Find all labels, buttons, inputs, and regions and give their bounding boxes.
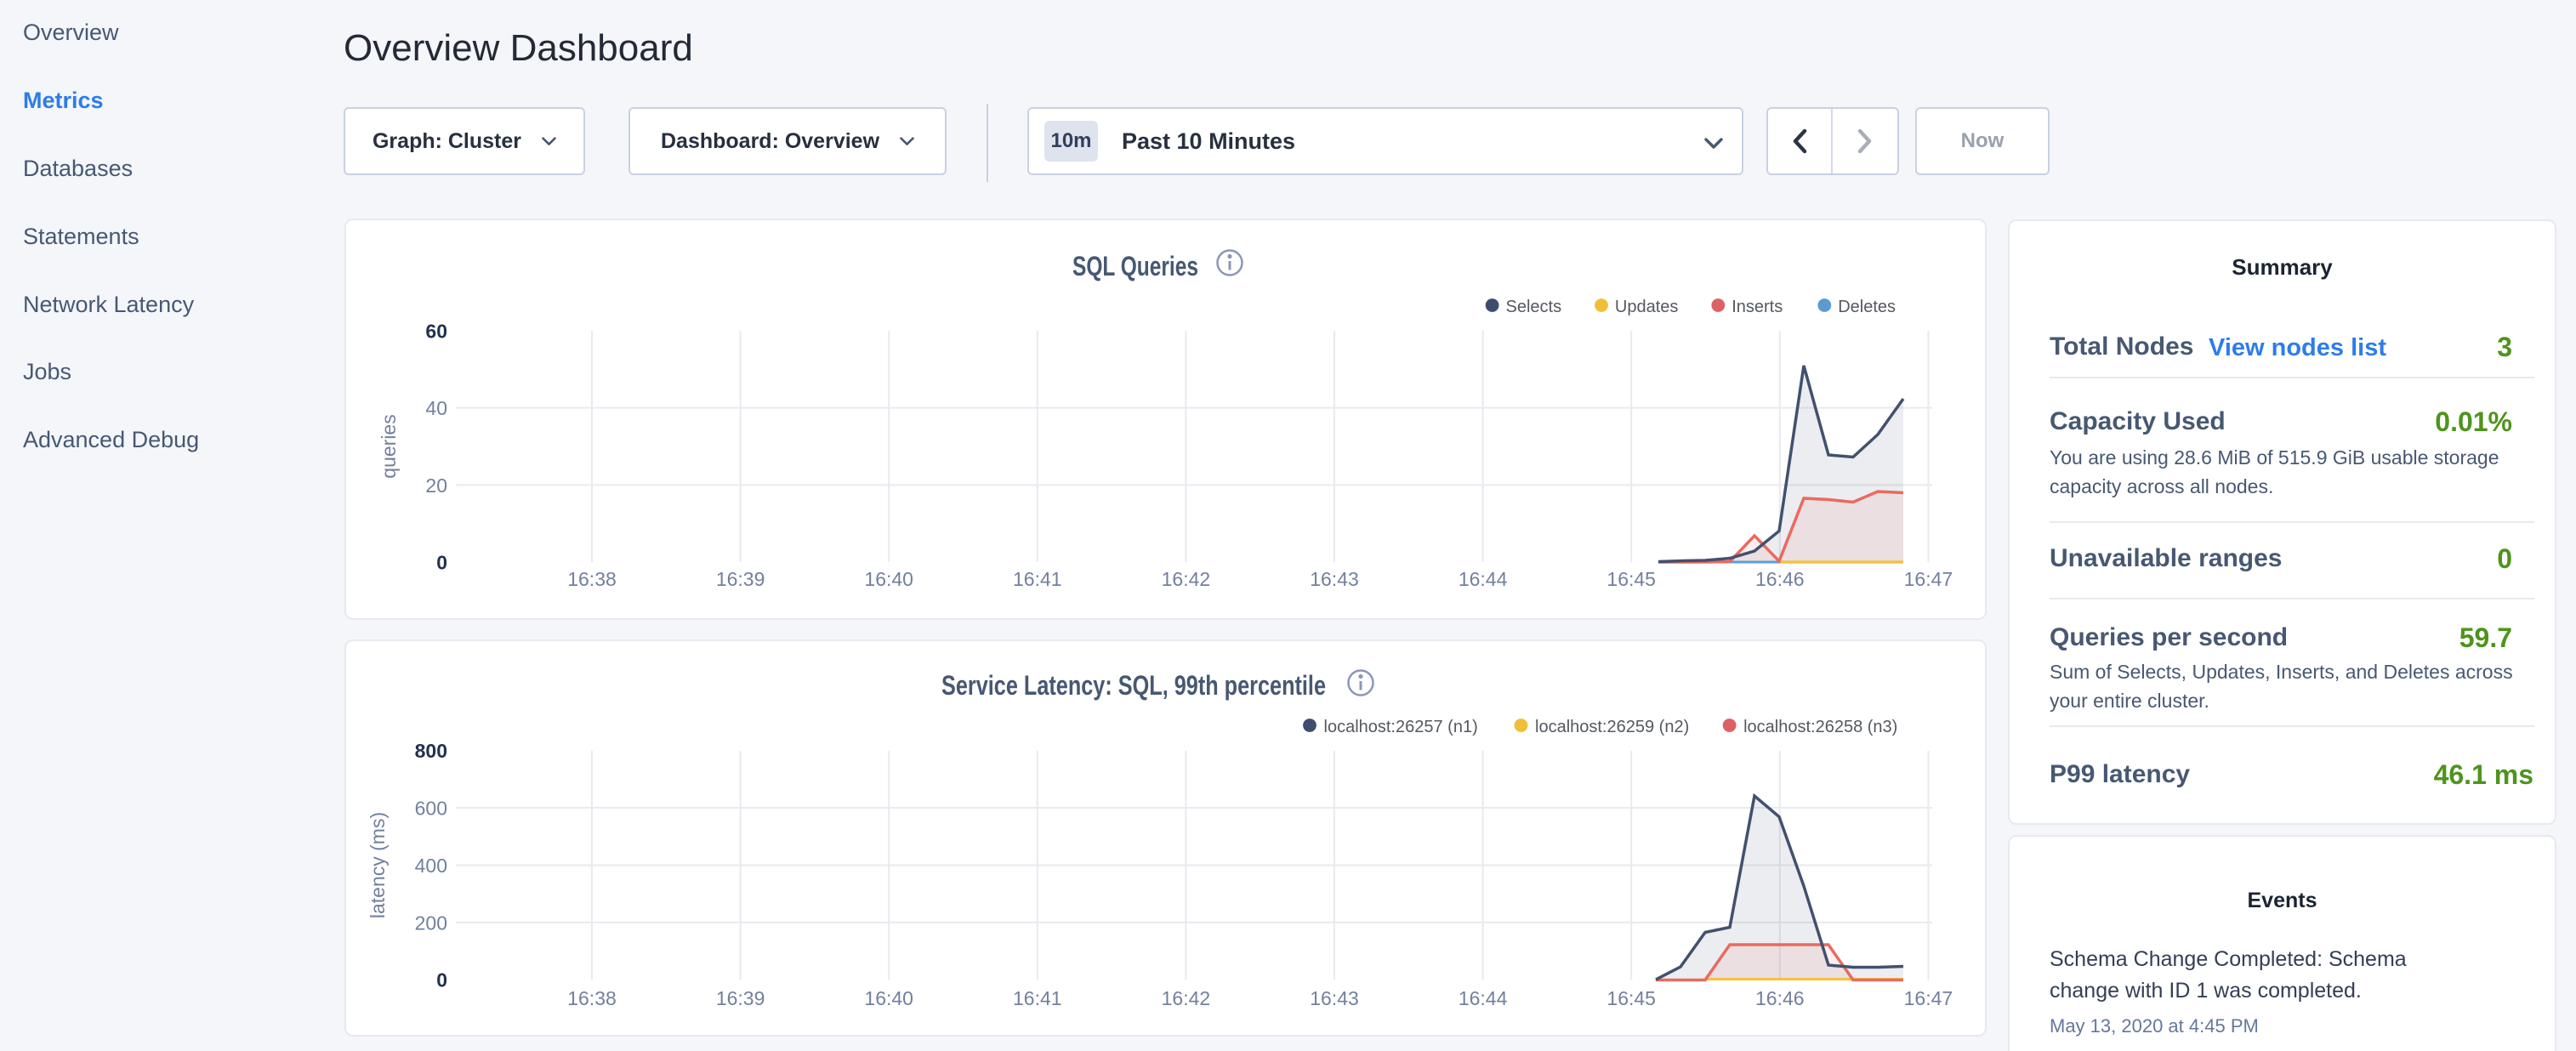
svg-text:16:40: 16:40: [864, 987, 913, 1009]
svg-text:localhost:26257 (n1): localhost:26257 (n1): [1324, 718, 1478, 736]
svg-text:40: 40: [425, 397, 447, 419]
svg-text:16:39: 16:39: [716, 987, 765, 1009]
svg-text:16:46: 16:46: [1755, 568, 1805, 590]
svg-text:Deletes: Deletes: [1838, 298, 1896, 316]
svg-text:400: 400: [415, 855, 447, 877]
svg-text:16:41: 16:41: [1013, 987, 1062, 1009]
svg-text:20: 20: [425, 474, 447, 497]
svg-text:800: 800: [415, 740, 447, 762]
svg-text:queries: queries: [378, 414, 400, 478]
svg-text:16:43: 16:43: [1310, 568, 1359, 590]
svg-text:0: 0: [436, 969, 447, 991]
svg-text:16:47: 16:47: [1904, 987, 1953, 1009]
svg-text:16:39: 16:39: [716, 568, 765, 590]
svg-text:16:47: 16:47: [1904, 568, 1953, 590]
svg-text:600: 600: [415, 797, 447, 819]
svg-text:16:46: 16:46: [1755, 987, 1805, 1009]
svg-text:Selects: Selects: [1506, 298, 1562, 316]
svg-text:SQL Queries: SQL Queries: [1072, 251, 1198, 281]
svg-text:16:41: 16:41: [1013, 568, 1062, 590]
svg-text:16:42: 16:42: [1162, 568, 1211, 590]
svg-text:16:43: 16:43: [1310, 987, 1359, 1009]
svg-text:16:44: 16:44: [1459, 568, 1508, 590]
svg-text:16:40: 16:40: [864, 568, 913, 590]
svg-text:Updates: Updates: [1615, 298, 1679, 316]
svg-text:16:45: 16:45: [1606, 568, 1656, 590]
svg-text:16:44: 16:44: [1459, 987, 1508, 1009]
svg-text:16:42: 16:42: [1162, 987, 1211, 1009]
svg-text:200: 200: [415, 912, 447, 934]
svg-text:60: 60: [425, 320, 447, 342]
svg-text:16:38: 16:38: [567, 987, 617, 1009]
svg-text:Service Latency: SQL, 99th per: Service Latency: SQL, 99th percentile: [941, 670, 1326, 701]
svg-text:0: 0: [436, 552, 447, 574]
svg-text:localhost:26259 (n2): localhost:26259 (n2): [1535, 718, 1689, 736]
svg-text:16:45: 16:45: [1606, 987, 1656, 1009]
svg-text:Inserts: Inserts: [1732, 298, 1783, 316]
svg-text:latency (ms): latency (ms): [367, 812, 389, 918]
svg-text:16:38: 16:38: [567, 568, 617, 590]
svg-text:localhost:26258 (n3): localhost:26258 (n3): [1743, 718, 1897, 736]
